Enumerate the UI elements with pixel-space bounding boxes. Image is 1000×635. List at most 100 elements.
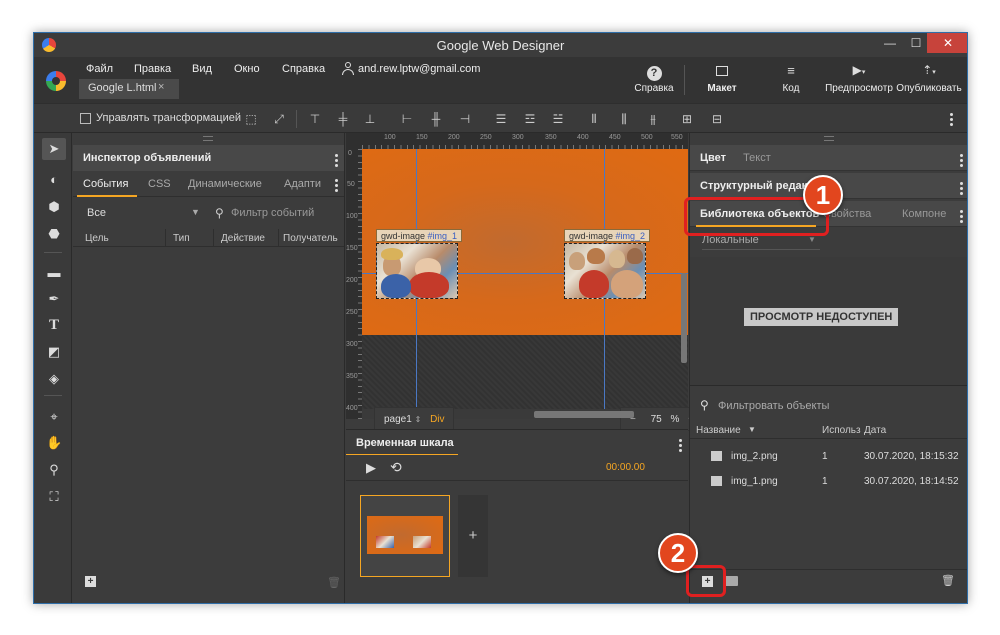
document-tab-close-icon[interactable]: × xyxy=(158,81,164,93)
col-date[interactable]: Дата xyxy=(864,425,886,436)
align-hcenter-icon[interactable]: ╫ xyxy=(429,112,443,126)
document-tab[interactable]: Google L.html × xyxy=(79,79,179,99)
tab-color[interactable]: Цвет xyxy=(700,152,726,164)
design-canvas[interactable]: 100 150 200 250 300 350 400 450 500 550 … xyxy=(346,133,698,431)
sort-desc-icon[interactable]: ▼ xyxy=(748,425,756,434)
eyedropper-tool-icon[interactable]: ⌖ xyxy=(46,409,62,425)
user-email[interactable]: and.rew.lptw@gmail.com xyxy=(358,63,480,75)
column-divider xyxy=(278,229,279,247)
ad-stage[interactable] xyxy=(362,149,688,335)
ruler-tick: 50 xyxy=(347,181,355,188)
timeline-more-icon[interactable] xyxy=(679,437,682,454)
maximize-button[interactable]: ☐ xyxy=(903,33,929,53)
tabs-more-icon[interactable] xyxy=(335,177,338,194)
menu-file[interactable]: Файл xyxy=(86,63,113,75)
distribute-hcenter-icon[interactable]: ⫼ xyxy=(617,112,631,126)
fullscreen-tool-icon[interactable]: ⛶ xyxy=(46,489,62,505)
structure-panel-more-icon[interactable] xyxy=(960,180,963,197)
hand-tool-icon[interactable]: ✋ xyxy=(46,435,62,451)
col-type[interactable]: Тип xyxy=(173,233,190,244)
distribute-top-icon[interactable]: ☰ xyxy=(494,112,508,126)
minimize-button[interactable]: — xyxy=(877,33,903,53)
transform-mode-icon[interactable]: ⬚ xyxy=(244,112,258,126)
align-right-icon[interactable]: ⊣ xyxy=(458,112,472,126)
page-selector[interactable]: page1 ⇕ Div xyxy=(374,407,454,431)
pen-tool-icon[interactable]: ✒ xyxy=(46,291,62,307)
publish-button[interactable]: ⇡▾ Опубликовать xyxy=(894,63,964,94)
divider xyxy=(684,65,685,95)
distribute-right-icon[interactable]: ⫵ xyxy=(646,112,660,126)
shape-tool-icon[interactable]: ◩ xyxy=(46,344,62,360)
zoom-unit: % xyxy=(670,414,680,425)
asset-source-select[interactable]: Локальные ▼ xyxy=(702,234,820,250)
align-bottom-icon[interactable]: ⊥ xyxy=(363,112,377,126)
timeline-title[interactable]: Временная шкала xyxy=(356,437,454,449)
asset-filter-input[interactable]: Фильтровать объекты xyxy=(718,400,829,412)
rotate-transform-icon[interactable]: ⤢ xyxy=(272,112,286,126)
horizontal-scrollbar[interactable] xyxy=(534,411,634,418)
ad-inspector-header[interactable]: Инспектор объявлений xyxy=(73,145,344,171)
tab-events[interactable]: События xyxy=(83,178,128,190)
menu-help[interactable]: Справка xyxy=(282,63,325,75)
fill-tool-icon[interactable]: ◈ xyxy=(46,371,62,387)
close-window-button[interactable]: ✕ xyxy=(927,33,967,53)
tab-css[interactable]: CSS xyxy=(148,178,171,190)
code-view-button[interactable]: ≡ Код xyxy=(769,63,813,94)
zoom-value[interactable]: 75 xyxy=(651,414,662,425)
transform-checkbox[interactable] xyxy=(80,113,91,124)
col-name[interactable]: Название xyxy=(696,425,741,436)
align-to-stage-icon[interactable]: ⊞ xyxy=(680,112,694,126)
image-file-icon xyxy=(711,476,722,486)
align-vcenter-icon[interactable]: ╪ xyxy=(336,112,350,126)
distribute-bottom-icon[interactable]: ☱ xyxy=(551,112,565,126)
add-page-button[interactable]: + xyxy=(458,495,488,577)
col-usage[interactable]: Использ xyxy=(822,425,861,436)
align-to-selection-icon[interactable]: ⊟ xyxy=(710,112,724,126)
preview-button[interactable]: ▶▾ Предпросмотр xyxy=(824,63,894,94)
delete-event-icon[interactable]: 🗑 xyxy=(327,576,341,589)
page-thumbnail[interactable] xyxy=(360,495,450,577)
gwd-image-img2[interactable] xyxy=(564,243,646,299)
page-stepper-icon[interactable]: ⇕ xyxy=(415,415,422,424)
gwd-image-img1[interactable] xyxy=(376,243,458,299)
col-target[interactable]: Цель xyxy=(85,233,109,244)
help-button[interactable]: ? Справка xyxy=(632,63,676,94)
event-tabs: События CSS Динамические Адапти xyxy=(73,171,344,197)
events-panel: Инспектор объявлений События CSS Динамич… xyxy=(73,133,345,603)
distribute-left-icon[interactable]: ⫴ xyxy=(587,112,601,126)
library-panel-more-icon[interactable] xyxy=(960,208,963,225)
align-top-icon[interactable]: ⊤ xyxy=(308,112,322,126)
3d-translation-tool-icon[interactable]: ⬢ xyxy=(46,199,62,215)
asset-row[interactable]: img_1.png 1 30.07.2020, 18:14:52 xyxy=(690,470,967,494)
event-filter-select[interactable]: Все ▼ xyxy=(83,205,203,223)
align-left-icon[interactable]: ⊢ xyxy=(400,112,414,126)
menu-window[interactable]: Окно xyxy=(234,63,260,75)
toolbar-more-icon[interactable] xyxy=(950,111,953,128)
tag-tool-icon[interactable]: ▬ xyxy=(46,265,62,281)
event-filter-input[interactable]: Фильтр событий xyxy=(231,207,314,219)
loop-icon[interactable]: ⟲ xyxy=(390,459,402,476)
asset-row[interactable]: img_2.png 1 30.07.2020, 18:15:32 xyxy=(690,445,967,469)
col-action[interactable]: Действие xyxy=(221,233,265,244)
tab-adaptive[interactable]: Адапти xyxy=(284,178,321,190)
color-panel-more-icon[interactable] xyxy=(960,152,963,169)
menu-view[interactable]: Вид xyxy=(192,63,212,75)
transform-tool-icon[interactable]: ⬣ xyxy=(46,226,62,242)
text-tool-icon[interactable]: T xyxy=(46,317,62,333)
play-icon[interactable]: ▶ xyxy=(366,460,376,476)
new-folder-icon[interactable] xyxy=(725,576,738,586)
vertical-scrollbar[interactable] xyxy=(681,273,687,363)
tab-dynamic[interactable]: Динамические xyxy=(188,178,262,190)
delete-asset-icon[interactable]: 🗑 xyxy=(941,574,955,587)
col-receiver[interactable]: Получатель xyxy=(283,233,338,244)
3d-rotation-tool-icon[interactable]: ◐ xyxy=(46,172,62,188)
more-options-icon[interactable] xyxy=(335,152,338,169)
menu-edit[interactable]: Правка xyxy=(134,63,171,75)
tab-components[interactable]: Компоне xyxy=(902,208,946,220)
tab-text[interactable]: Текст xyxy=(743,152,771,164)
add-event-icon[interactable]: + xyxy=(85,576,96,587)
selection-tool-icon[interactable]: ➤ xyxy=(46,141,62,157)
distribute-vcenter-icon[interactable]: ☲ xyxy=(523,112,537,126)
layout-view-button[interactable]: Макет xyxy=(700,63,744,94)
zoom-tool-icon[interactable]: ⚲ xyxy=(46,462,62,478)
